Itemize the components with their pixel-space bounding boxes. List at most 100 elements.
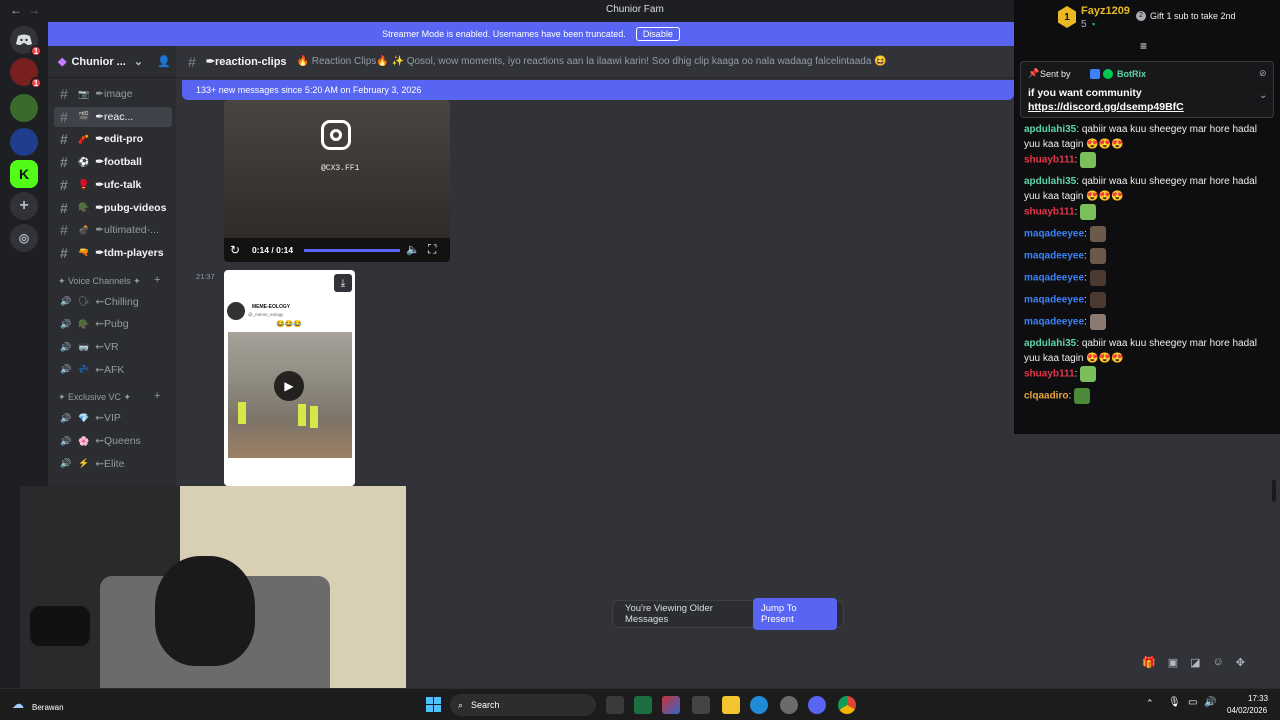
replay-icon[interactable]: ↻ — [230, 243, 240, 257]
back-arrow-icon[interactable]: ← — [10, 3, 22, 17]
channel-item[interactable]: # 🎬 ✒reac... — [54, 106, 172, 127]
gif-icon[interactable]: ▣ — [1168, 656, 1178, 669]
chat-username[interactable]: maqadeeyee — [1024, 317, 1084, 328]
store-icon[interactable] — [692, 696, 710, 714]
channel-item[interactable]: 🔊 🪖 ⇜Pubg — [54, 314, 172, 334]
forward-arrow-icon[interactable]: → — [28, 3, 40, 17]
chat-username[interactable]: maqadeeyee — [1024, 229, 1084, 240]
channel-emoji-icon: 📷 — [78, 88, 90, 99]
weather-label[interactable]: Berawan — [32, 703, 64, 712]
chat-username[interactable]: apdulahi35 — [1024, 124, 1076, 135]
sticker-icon[interactable]: ◪ — [1190, 656, 1200, 669]
server-icon-2[interactable] — [10, 94, 38, 122]
clock-date[interactable]: 04/02/2026 — [1227, 706, 1267, 715]
speaker-icon: 🔊 — [60, 458, 72, 469]
speaker-icon: 🔊 — [60, 296, 72, 307]
chat-username[interactable]: maqadeeyee — [1024, 295, 1084, 306]
chrome-icon[interactable] — [838, 696, 856, 714]
gift-icon[interactable]: 🎁 — [1142, 656, 1156, 669]
add-server-icon[interactable]: + — [10, 192, 38, 220]
chevron-down-icon[interactable]: ⌄ — [1259, 90, 1267, 101]
play-icon[interactable]: ▶ — [274, 371, 304, 401]
task-view-icon[interactable] — [606, 696, 624, 714]
channel-emoji-icon: 🪖 — [78, 202, 90, 212]
channel-item[interactable]: # 🔫 ✒tdm-players — [54, 243, 172, 263]
microphone-icon[interactable]: 🎙 — [1168, 697, 1181, 708]
chat-menu-icon[interactable]: ≡ — [1140, 39, 1147, 53]
network-icon[interactable]: ▭ — [1188, 697, 1197, 708]
obs-icon[interactable] — [780, 696, 798, 714]
channel-item[interactable]: 🔊 💤 ⇜AFK — [54, 360, 172, 380]
channel-emoji-icon: 💎 — [78, 412, 90, 423]
server-badge-icon: ◆ — [58, 56, 67, 68]
emote-icon — [1074, 388, 1091, 404]
weather-icon: ☁ — [12, 697, 24, 711]
video-attachment-2[interactable]: ⤓ MEME-EOLOGY @_meme_eology 😂😂😂 ▶ — [224, 270, 355, 486]
chevron-up-icon[interactable]: ⌃ — [1146, 698, 1154, 709]
chat-username[interactable]: apdulahi35 — [1024, 176, 1076, 187]
channel-emoji-icon: 🥊 — [78, 179, 90, 190]
channel-emoji-icon: 💣 — [78, 224, 90, 235]
progress-track[interactable] — [304, 249, 400, 252]
channel-item[interactable]: # 📷 ✒image — [54, 84, 172, 104]
server-icon-1[interactable]: 1 — [10, 58, 42, 89]
channel-item[interactable]: 🔊 💎 ⇜VIP — [54, 408, 172, 428]
channel-item[interactable]: 🔊 🌸 ⇜Queens — [54, 431, 172, 451]
channel-item[interactable]: # 💣 ✒ultimated-... — [54, 220, 172, 240]
emoji-icon[interactable]: ☺ — [1213, 656, 1224, 669]
fullscreen-icon[interactable]: ⛶ — [428, 242, 436, 257]
emote-icon — [1089, 248, 1106, 264]
channel-item[interactable]: # 🪖 ✒pubg-videos — [54, 198, 172, 218]
speaker-icon: 🔊 — [60, 364, 72, 375]
apps-icon[interactable]: ✥ — [1236, 656, 1245, 669]
download-icon[interactable]: ⤓ — [334, 274, 352, 292]
chat-username[interactable]: shuayb111 — [1024, 155, 1075, 166]
chat-message: apdulahi35: qabiir waa kuu sheegey mar h… — [1024, 124, 1257, 150]
kick-server-icon[interactable]: K — [10, 160, 38, 188]
channel-label: ✒reac... — [95, 110, 134, 123]
chat-username[interactable]: shuayb111 — [1024, 369, 1075, 380]
office-icon[interactable] — [662, 696, 680, 714]
add-channel-icon[interactable]: + — [154, 390, 160, 402]
chat-username[interactable]: maqadeeyee — [1024, 251, 1084, 262]
volume-icon[interactable]: 🔈 — [406, 243, 420, 256]
disable-button[interactable]: Disable — [635, 27, 680, 41]
video-attachment[interactable]: @CX3.FF1 ↻ 0:14 / 0:14 🔈 ⛶ — [224, 100, 450, 262]
channel-topic[interactable]: 🔥 Reaction Clips🔥 ✨ Qosol, wow moments, … — [297, 56, 887, 67]
discord-home-icon[interactable]: 1 — [10, 26, 42, 57]
clock-time[interactable]: 17:33 — [1248, 694, 1268, 703]
server-icon-3[interactable] — [10, 128, 38, 156]
add-member-icon[interactable]: 👤 — [157, 55, 171, 68]
voice-category-header[interactable]: ✦ Voice Channels ✦ — [58, 276, 141, 287]
channel-item[interactable]: # ⚽ ✒football — [54, 152, 172, 172]
discord-taskbar-icon[interactable] — [808, 696, 826, 714]
excel-icon[interactable] — [634, 696, 652, 714]
taskbar-search[interactable]: ⌕ Search — [450, 694, 596, 716]
unpin-icon[interactable]: ⊘ — [1259, 68, 1267, 79]
exclusive-category-header[interactable]: ✦ Exclusive VC ✦ — [58, 392, 131, 403]
channel-item[interactable]: # 🥊 ✒ufc-talk — [54, 175, 172, 195]
windows-start-icon[interactable] — [426, 697, 441, 712]
channel-item[interactable]: 🔊 ⚡ ⇜Elite — [54, 454, 172, 474]
gift-prompt[interactable]: Gift 1 sub to take 2nd — [1150, 11, 1236, 21]
channel-emoji-icon: 💤 — [78, 364, 90, 375]
chat-username[interactable]: maqadeeyee — [1024, 273, 1084, 284]
channel-item[interactable]: 🔊 🥽 ⇜VR — [54, 337, 172, 357]
edge-icon[interactable] — [750, 696, 768, 714]
add-channel-icon[interactable]: + — [154, 274, 160, 286]
volume-icon[interactable]: 🔊 — [1204, 697, 1216, 708]
scrollbar-thumb[interactable] — [1272, 480, 1276, 502]
person — [155, 556, 255, 666]
new-messages-bar[interactable]: 133+ new messages since 5:20 AM on Febru… — [182, 80, 1014, 100]
chat-username[interactable]: apdulahi35 — [1024, 338, 1076, 349]
server-header[interactable]: ◆ Chunior ... ⌄ 👤 — [48, 46, 176, 78]
channel-item[interactable]: 🔊 🗣 ⇜Chilling — [54, 292, 172, 312]
pinned-link[interactable]: https://discord.gg/dsemp49BfC — [1028, 101, 1184, 113]
chat-username[interactable]: shuayb111 — [1024, 207, 1075, 218]
channel-item[interactable]: # 🧨 ✒edit-pro — [54, 129, 172, 149]
file-explorer-icon[interactable] — [722, 696, 740, 714]
jump-to-present-button[interactable]: Jump To Present — [752, 598, 837, 630]
explore-icon[interactable]: ◎ — [10, 224, 38, 252]
chat-username[interactable]: clqaadiro — [1024, 391, 1068, 402]
chat-message: shuayb111: — [1024, 152, 1274, 168]
